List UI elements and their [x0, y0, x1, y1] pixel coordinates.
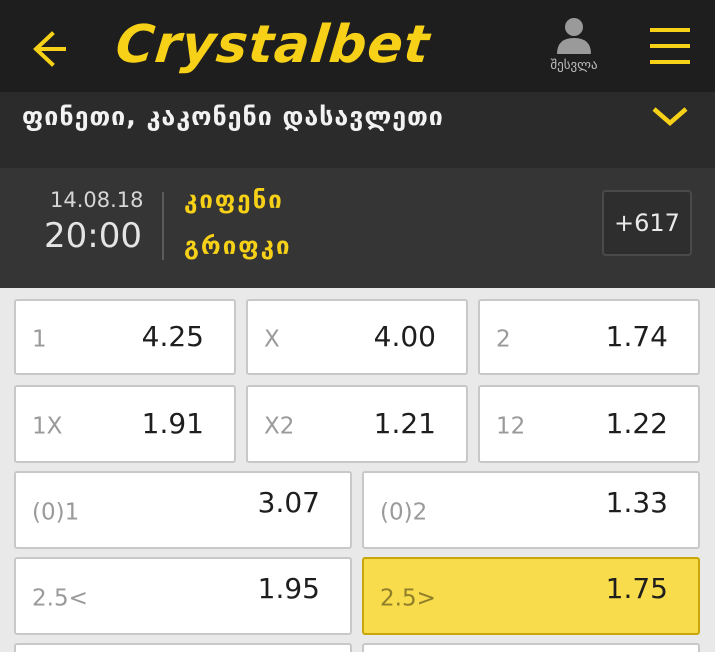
match-time: 20:00	[44, 216, 142, 256]
main-menu-button[interactable]	[646, 24, 694, 68]
back-button[interactable]	[22, 26, 74, 72]
odd-button-12[interactable]: 12 1.22	[478, 385, 700, 463]
league-bar: ფინეთი, კაკონენი დასავლეთი	[0, 92, 715, 168]
odd-value: 3.07	[257, 486, 320, 520]
odd-button-2[interactable]: 2 1.74	[478, 299, 700, 375]
user-icon	[557, 18, 591, 54]
home-team-name: კიფენი	[184, 186, 284, 214]
hamburger-menu-icon	[650, 28, 690, 64]
odd-button-x[interactable]: X 4.00	[246, 299, 468, 375]
odd-label: 2.5>	[380, 585, 436, 612]
match-header: 14.08.18 20:00 კიფენი გრიფკი +617	[0, 168, 715, 288]
away-team-name: გრიფკი	[184, 232, 292, 260]
odd-label: 1	[32, 326, 47, 353]
odd-button-total-over[interactable]: 2.5> 1.75	[362, 557, 700, 635]
odd-label: (0)1	[32, 499, 80, 526]
odd-value: 1.75	[605, 572, 668, 606]
match-divider	[162, 192, 164, 260]
chevron-down-icon	[652, 107, 688, 126]
odd-value: 1.22	[605, 406, 668, 440]
odd-button-1x[interactable]: 1X 1.91	[14, 385, 236, 463]
odd-value: 4.00	[373, 319, 436, 353]
odd-label: 2.5<	[32, 585, 88, 612]
match-date: 14.08.18	[50, 188, 144, 212]
league-expand-button[interactable]	[648, 102, 692, 132]
odd-label: X2	[264, 413, 295, 440]
odd-label: X	[264, 326, 280, 353]
odd-button-total-under[interactable]: 2.5< 1.95	[14, 557, 352, 635]
odd-label: 12	[496, 413, 526, 440]
login-label: შესვლა	[550, 58, 598, 73]
odd-value: 1.33	[605, 486, 668, 520]
odd-button-x2[interactable]: X2 1.21	[246, 385, 468, 463]
odd-label: (0)2	[380, 499, 428, 526]
odd-value: 1.74	[605, 319, 668, 353]
odd-label: 2	[496, 326, 511, 353]
odd-value: 4.25	[141, 319, 204, 353]
crystalbet-logo[interactable]: Crystalbet	[112, 10, 433, 80]
odd-value: 1.21	[373, 406, 436, 440]
odd-button-handicap-2[interactable]: (0)2 1.33	[362, 471, 700, 549]
app-header: Crystalbet შესვლა	[0, 0, 715, 92]
odd-value: 1.91	[141, 406, 204, 440]
arrow-left-icon	[33, 31, 66, 67]
odd-button-handicap-1[interactable]: (0)1 3.07	[14, 471, 352, 549]
odd-value: 1.95	[257, 572, 320, 606]
odd-button-next-row-right[interactable]	[362, 643, 700, 652]
odd-label: 1X	[32, 413, 63, 440]
odd-button-1[interactable]: 1 4.25	[14, 299, 236, 375]
odd-button-next-row-left[interactable]	[14, 643, 352, 652]
login-button[interactable]: შესვლა	[534, 14, 614, 84]
more-markets-button[interactable]: +617	[602, 190, 692, 256]
league-title: ფინეთი, კაკონენი დასავლეთი	[22, 102, 444, 131]
